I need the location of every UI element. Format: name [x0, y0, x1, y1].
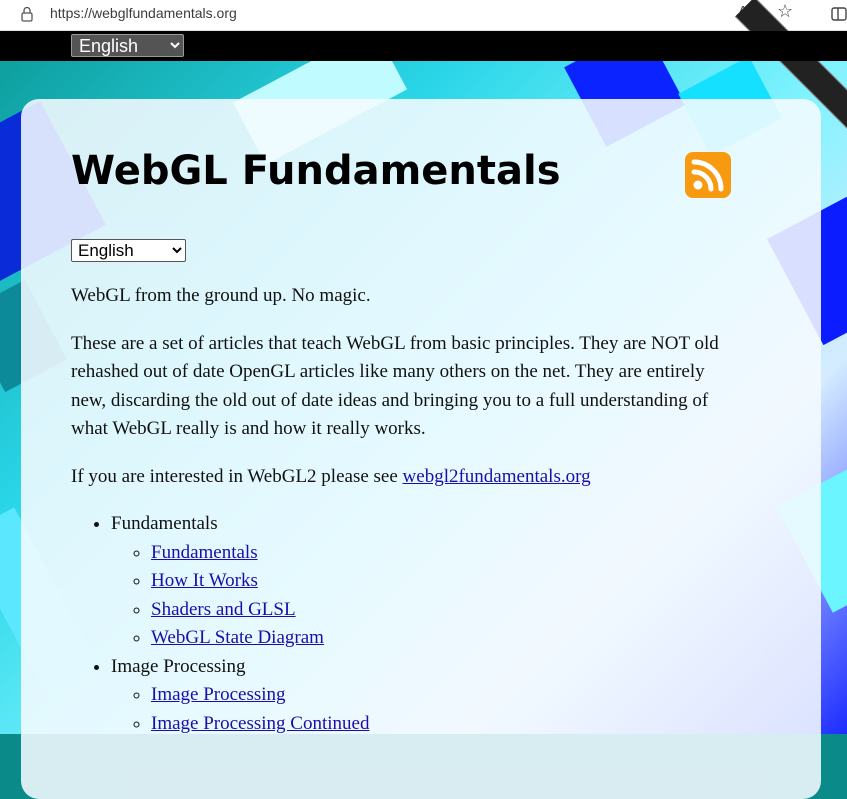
favorite-star-icon[interactable]: ☆	[777, 1, 793, 22]
link-fundamentals[interactable]: Fundamentals	[151, 542, 258, 563]
page-title: WebGL Fundamentals	[71, 148, 561, 194]
section-links: Fundamentals How It Works Shaders and GL…	[111, 539, 731, 653]
list-item: Shaders and GLSL	[151, 596, 731, 625]
description-text: These are a set of articles that teach W…	[71, 332, 719, 440]
language-select[interactable]: English	[71, 239, 186, 262]
webgl2-link[interactable]: webgl2fundamentals.org	[403, 466, 591, 487]
link-shaders-and-glsl[interactable]: Shaders and GLSL	[151, 599, 296, 620]
section-label: Fundamentals	[111, 513, 218, 534]
list-item: How It Works	[151, 567, 731, 596]
list-item: Fundamentals	[151, 539, 731, 568]
address-bar[interactable]: https://webglfundamentals.org Aⅳ ☆	[0, 0, 847, 31]
split-screen-icon[interactable]	[831, 7, 847, 21]
section-links: Image Processing Image Processing Contin…	[111, 681, 731, 738]
webgl2-paragraph: If you are interested in WebGL2 please s…	[71, 463, 731, 492]
top-language-select[interactable]: English	[71, 34, 184, 57]
link-image-processing[interactable]: Image Processing	[151, 684, 286, 705]
webgl2-prefix: If you are interested in WebGL2 please s…	[71, 465, 403, 487]
main-content: WebGL from the ground up. No magic. Thes…	[71, 282, 731, 738]
link-how-it-works[interactable]: How It Works	[151, 570, 258, 591]
intro-text: WebGL from the ground up. No magic.	[71, 285, 371, 306]
url-text[interactable]: https://webglfundamentals.org	[50, 5, 237, 21]
section-image-processing: Image Processing Image Processing Image …	[111, 653, 731, 739]
link-webgl-state-diagram[interactable]: WebGL State Diagram	[151, 627, 324, 648]
lock-icon[interactable]	[20, 6, 34, 22]
rss-feed-icon[interactable]	[685, 152, 731, 198]
list-item: WebGL State Diagram	[151, 624, 731, 653]
rss-glyph	[691, 159, 724, 192]
article-index: Fundamentals Fundamentals How It Works S…	[71, 510, 731, 738]
section-fundamentals: Fundamentals Fundamentals How It Works S…	[111, 510, 731, 653]
section-label: Image Processing	[111, 655, 246, 677]
list-item: Image Processing	[151, 681, 731, 710]
link-image-processing-continued[interactable]: Image Processing Continued	[151, 713, 369, 734]
